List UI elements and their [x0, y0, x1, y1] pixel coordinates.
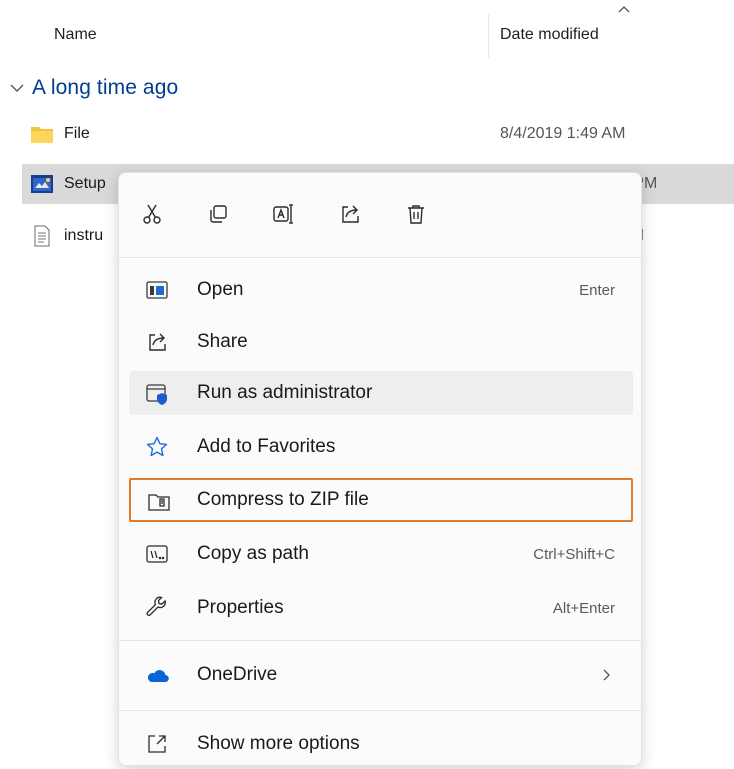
- menu-item-label: Copy as path: [197, 543, 309, 564]
- file-row[interactable]: File 8/4/2019 1:49 AM: [22, 114, 734, 154]
- run-as-administrator-menu-item[interactable]: Run as administrator: [129, 371, 633, 415]
- column-header-bar: Name Date modified: [0, 0, 734, 68]
- copy-button[interactable]: [199, 195, 237, 233]
- chevron-right-icon: [603, 669, 610, 681]
- column-divider[interactable]: [488, 14, 489, 58]
- rename-button[interactable]: [265, 195, 303, 233]
- menu-item-label: Share: [197, 331, 248, 352]
- show-more-options-menu-item[interactable]: Show more options: [129, 722, 633, 766]
- folder-icon: [31, 127, 53, 143]
- menu-item-label: Run as administrator: [197, 382, 373, 403]
- share-icon: [149, 333, 166, 351]
- setup-app-icon: [31, 175, 53, 193]
- menu-item-label: OneDrive: [197, 664, 278, 685]
- file-name: Setup: [64, 175, 106, 192]
- menu-item-shortcut: Enter: [579, 282, 615, 299]
- context-menu: Open Enter Share Run as administrator Ad…: [118, 172, 642, 766]
- delete-button[interactable]: [397, 195, 435, 233]
- add-to-favorites-menu-item[interactable]: Add to Favorites: [129, 425, 633, 469]
- sort-ascending-icon: [618, 6, 630, 13]
- shield-window-icon: [146, 384, 167, 405]
- menu-item-label: Add to Favorites: [197, 436, 336, 457]
- menu-separator: [119, 710, 641, 711]
- menu-item-label: Properties: [197, 597, 284, 618]
- menu-item-shortcut: Ctrl+Shift+C: [533, 546, 615, 563]
- menu-item-shortcut: Alt+Enter: [552, 600, 615, 617]
- copy-as-path-menu-item[interactable]: Copy as path Ctrl+Shift+C: [129, 532, 633, 576]
- group-header[interactable]: A long time ago: [8, 74, 178, 102]
- onedrive-cloud-icon: [147, 670, 169, 683]
- trash-icon: [408, 205, 424, 224]
- file-name: instru: [64, 227, 104, 244]
- menu-separator: [119, 640, 641, 641]
- column-date-modified-header[interactable]: Date modified: [500, 26, 599, 44]
- text-document-icon: [34, 225, 50, 247]
- star-icon: [146, 436, 168, 457]
- menu-item-label: Show more options: [197, 733, 360, 754]
- file-name: File: [64, 125, 90, 142]
- zip-folder-icon: [148, 494, 170, 511]
- share-menu-item[interactable]: Share: [129, 320, 633, 364]
- open-menu-item[interactable]: Open Enter: [129, 268, 633, 312]
- rename-icon: [273, 204, 293, 224]
- group-label: A long time ago: [32, 76, 179, 99]
- copy-icon: [210, 205, 227, 223]
- open-window-icon: [146, 281, 168, 299]
- properties-menu-item[interactable]: Properties Alt+Enter: [129, 586, 633, 630]
- chevron-down-icon: [10, 84, 24, 92]
- expand-icon: [148, 735, 166, 753]
- wrench-icon: [146, 596, 166, 616]
- compress-to-zip-menu-item[interactable]: Compress to ZIP file: [129, 478, 633, 522]
- menu-item-label: Compress to ZIP file: [197, 489, 369, 510]
- share-icon: [342, 205, 359, 223]
- onedrive-menu-item[interactable]: OneDrive: [129, 653, 633, 697]
- share-button[interactable]: [331, 195, 369, 233]
- cut-button[interactable]: [133, 195, 171, 233]
- file-date: 8/4/2019 1:49 AM: [500, 125, 626, 142]
- quick-actions-bar: [133, 195, 435, 235]
- menu-item-label: Open: [197, 279, 244, 300]
- path-icon: [146, 545, 168, 563]
- column-name-header[interactable]: Name: [54, 26, 97, 44]
- menu-separator: [119, 257, 641, 258]
- scissors-icon: [143, 204, 161, 224]
